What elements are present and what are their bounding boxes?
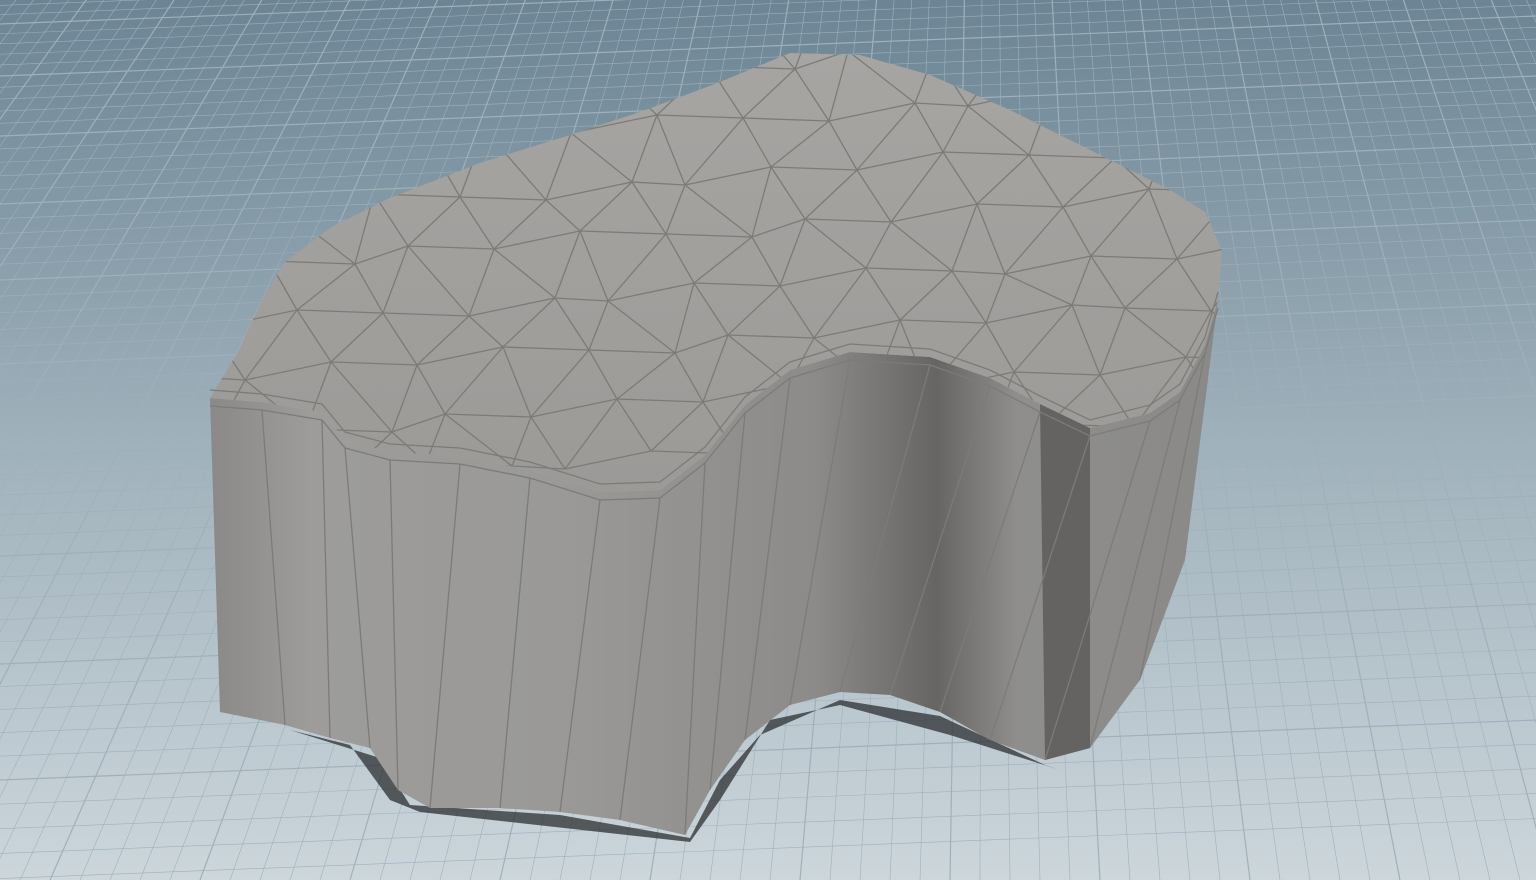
viewport-canvas[interactable] — [0, 0, 1536, 880]
3d-viewport[interactable] — [0, 0, 1536, 880]
